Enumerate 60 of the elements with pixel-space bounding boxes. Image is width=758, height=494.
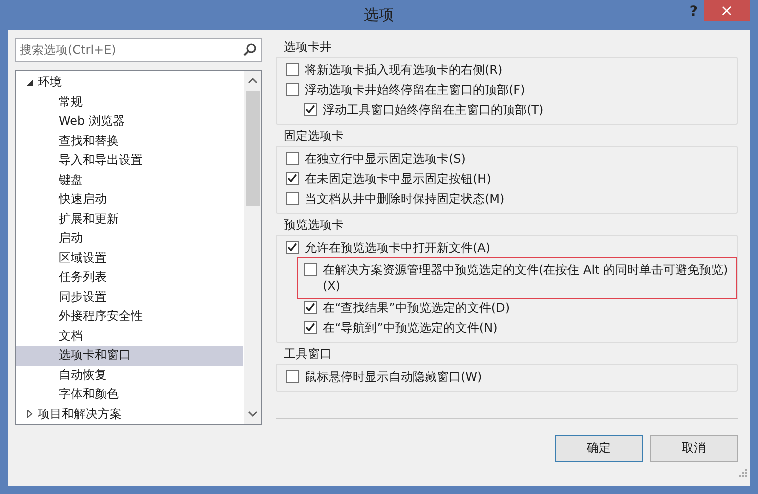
tree-item[interactable]: 扩展和更新 [16,210,244,229]
checkbox[interactable] [304,103,317,116]
collapsed-triangle-icon [26,410,34,418]
ok-button[interactable]: 确定 [555,435,643,462]
tree-item[interactable]: 任务列表 [16,268,244,288]
tree-item[interactable]: 外接程序安全性 [16,307,244,326]
expanded-triangle-icon [26,78,34,87]
checkbox[interactable] [304,321,317,334]
tree-item[interactable]: 同步设置 [16,288,244,307]
option-label: 浮动选项卡井始终停留在主窗口的顶部(F) [305,82,526,98]
tree-item[interactable]: 导入和导出设置 [16,151,244,170]
scroll-up-icon [248,76,258,86]
option-label: 在未固定选项卡中显示固定按钮(H) [305,171,492,187]
checkbox[interactable] [286,83,299,96]
option-label: 在独立行中显示固定选项卡(S) [305,151,466,167]
group-title: 预览选项卡 [283,217,345,234]
group-title: 工具窗口 [283,346,333,363]
tree-item[interactable]: 字体和颜色 [16,385,244,404]
checkbox[interactable] [286,152,299,165]
option-label: 在解决方案资源管理器中预览选定的文件(在按住 Alt 的同时单击可避免预览)(X) [323,262,730,294]
tree-item[interactable]: 项目和解决方案 [16,404,244,424]
group-title: 固定选项卡 [283,128,345,145]
group-title: 选项卡井 [283,39,333,56]
scrollbar-thumb[interactable] [246,91,260,206]
tree-item[interactable]: 快速启动 [16,190,244,210]
tree-item[interactable]: 区域设置 [16,248,244,268]
tree-item[interactable]: 自动恢复 [16,366,244,385]
tree-item[interactable]: 文档 [16,326,244,346]
scroll-down-icon [248,409,258,419]
close-button[interactable]: × [704,0,750,21]
tree-label: 环境 [38,74,62,92]
scrollbar[interactable] [244,71,261,424]
search-field[interactable]: 搜索选项(Ctrl+E) [15,38,262,62]
option-label: 鼠标悬停时显示自动隐藏窗口(W) [305,369,482,385]
window-title: 选项 [364,6,394,24]
checkbox[interactable] [304,301,317,314]
checkbox[interactable] [286,192,299,205]
tree-item[interactable]: 查找和替换 [16,132,244,151]
option-label: 在“查找结果”中预览选定的文件(D) [323,300,510,316]
help-button[interactable]: ? [690,4,698,20]
option-label: 允许在预览选项卡中打开新文件(A) [305,240,491,256]
checkbox[interactable] [286,172,299,185]
checkbox[interactable] [286,63,299,76]
tree-item[interactable]: 环境 [16,73,244,92]
search-icon [243,43,257,57]
checkbox[interactable] [286,370,299,383]
checkbox[interactable] [286,241,299,254]
resize-grip-icon [738,468,748,478]
tree-item[interactable]: 键盘 [16,170,244,190]
option-label: 在“导航到”中预览选定的文件(N) [323,320,498,336]
tree-label: 项目和解决方案 [38,406,122,423]
checkbox[interactable] [304,263,317,276]
cancel-button[interactable]: 取消 [650,435,738,462]
tree-item[interactable]: 常规 [16,92,244,112]
option-label: 当文档从井中删除时保持固定状态(M) [305,191,505,207]
tree-item[interactable]: 启动 [16,229,244,248]
tree-item[interactable]: Web 浏览器 [16,112,244,132]
tree-item[interactable]: 选项卡和窗口 [16,346,243,366]
option-label: 将新选项卡插入现有选项卡的右侧(R) [305,62,503,78]
option-label: 浮动工具窗口始终停留在主窗口的顶部(T) [323,102,544,118]
